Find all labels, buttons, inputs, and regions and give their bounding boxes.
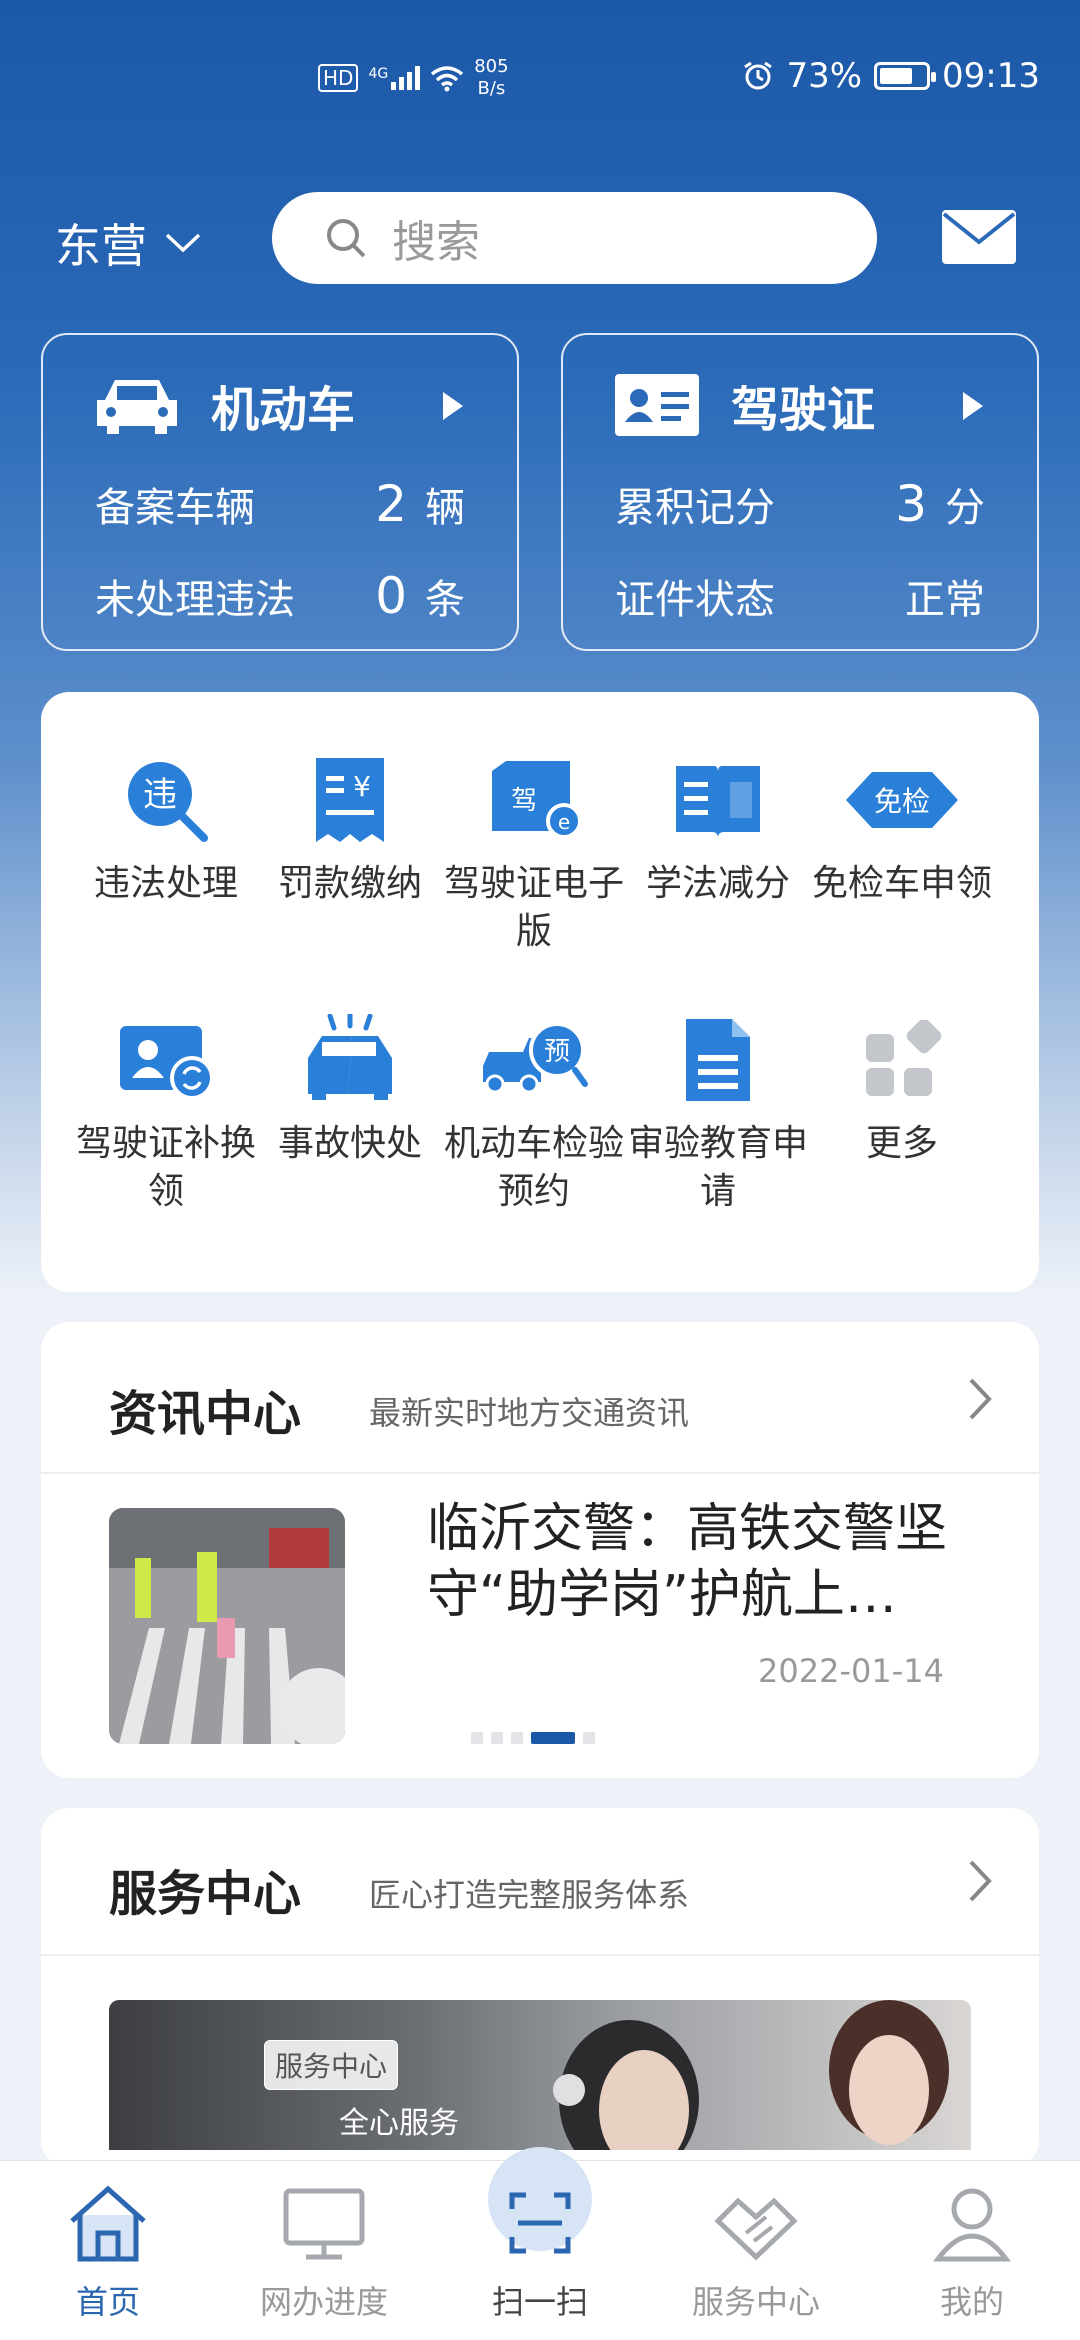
study-book-icon — [676, 766, 760, 838]
user-icon — [933, 2188, 1011, 2262]
license-card-title: 驾驶证 — [731, 382, 876, 438]
status-right: 73% 09:13 — [742, 56, 1040, 96]
service-accident[interactable]: 事故快处 — [255, 1012, 445, 1168]
svg-text:违: 违 — [143, 775, 177, 815]
city-name: 东营 — [55, 219, 147, 273]
battery-level — [880, 68, 913, 84]
fine-payment-icon: ¥ — [316, 758, 384, 842]
service-inspection-exempt[interactable]: 免检 免检车申领 — [807, 752, 997, 908]
service-grid: 违 违法处理 ¥ 罚款缴纳 驾e 驾驶证电子版 学法减分 免检 免检车申领 驾驶… — [41, 692, 1039, 1292]
service-violation[interactable]: 违 违法处理 — [71, 752, 261, 908]
news-photo — [109, 1508, 345, 1744]
svg-text:¥: ¥ — [353, 770, 371, 803]
banner-tag: 服务中心 — [264, 2040, 399, 2090]
monitor-icon — [283, 2188, 365, 2260]
license-status-row: 证件状态 正常 — [615, 577, 985, 623]
mail-icon[interactable] — [940, 208, 1018, 266]
arrow-right-icon — [963, 392, 983, 420]
handshake-icon — [714, 2197, 798, 2261]
license-renew-icon — [120, 1026, 214, 1100]
search-placeholder: 搜索 — [392, 217, 480, 268]
bottom-tab-bar: 首页 网办进度 扫一扫 服务中心 我的 — [0, 2147, 1080, 2340]
inspection-exempt-icon: 免检 — [846, 772, 958, 828]
battery-icon — [874, 62, 937, 90]
news-title: 资讯中心 — [109, 1386, 302, 1442]
tab-service-center[interactable]: 服务中心 — [676, 2183, 836, 2323]
service-more[interactable]: 更多 — [807, 1012, 997, 1168]
chevron-right-icon[interactable] — [965, 1374, 995, 1424]
carousel-dot — [511, 1732, 523, 1744]
chevron-right-icon[interactable] — [965, 1856, 995, 1906]
clock: 09:13 — [942, 56, 1040, 96]
home-icon — [70, 2185, 146, 2262]
inspection-appointment-icon: 预 — [483, 1022, 588, 1094]
scan-icon — [509, 2192, 571, 2254]
e-license-icon: 驾e — [492, 761, 582, 839]
service-e-license[interactable]: 驾e 驾驶证电子版 — [439, 752, 629, 956]
vehicle-registered-row: 备案车辆 2辆 — [95, 475, 465, 533]
headset-person-image — [553, 2020, 699, 2150]
service-center-title: 服务中心 — [109, 1866, 302, 1922]
agent-person-image — [829, 2000, 949, 2145]
news-article-title[interactable]: 临沂交警：高铁交警坚守“助学岗”护航上… — [427, 1496, 967, 1628]
car-icon — [97, 380, 177, 434]
banner-text: 全心服务 — [339, 2106, 459, 2141]
news-panel: 资讯中心 最新实时地方交通资讯 临沂交警：高铁交警坚守“助学岗”护航上… 202… — [41, 1322, 1039, 1778]
license-points-row: 累积记分 3分 — [615, 475, 985, 533]
carousel-indicator — [471, 1732, 595, 1744]
tab-progress[interactable]: 网办进度 — [244, 2183, 404, 2323]
vehicle-card[interactable]: 机动车 备案车辆 2辆 未处理违法 0条 — [41, 333, 519, 651]
document-icon — [686, 1019, 750, 1101]
carousel-dot-active — [531, 1732, 575, 1744]
carousel-dot — [583, 1732, 595, 1744]
license-card[interactable]: 驾驶证 累积记分 3分 证件状态 正常 — [561, 333, 1039, 651]
svg-text:免检: 免检 — [874, 785, 930, 818]
violation-search-icon: 违 — [128, 762, 208, 842]
battery-percent: 73% — [786, 56, 863, 96]
tab-scan[interactable]: 扫一扫 — [460, 2183, 620, 2323]
tab-home[interactable]: 首页 — [28, 2183, 188, 2323]
service-center-panel: 服务中心 匠心打造完整服务体系 服务中心 全心服务 — [41, 1808, 1039, 2168]
alarm-icon — [744, 61, 773, 90]
status-bar: HD 4G 805 B/s 73% 09:13 — [0, 0, 1080, 150]
vehicle-card-header: 机动车 — [93, 370, 355, 440]
city-selector[interactable]: 东营 — [55, 210, 203, 276]
vehicle-card-title: 机动车 — [211, 382, 356, 438]
service-study[interactable]: 学法减分 — [623, 752, 813, 908]
net-speed: 805 B/s — [474, 56, 509, 99]
svg-text:驾: 驾 — [511, 786, 537, 816]
service-fine[interactable]: ¥ 罚款缴纳 — [255, 752, 445, 908]
wifi-icon — [431, 66, 464, 92]
vehicle-violation-row: 未处理违法 0条 — [95, 567, 465, 625]
service-inspection-appointment[interactable]: 预 机动车检验预约 — [439, 1012, 629, 1216]
hd-badge: HD — [318, 64, 359, 92]
news-subtitle: 最新实时地方交通资讯 — [369, 1394, 690, 1432]
arrow-right-icon — [443, 392, 463, 420]
more-grid-icon — [866, 1020, 942, 1096]
search-input[interactable]: 搜索 — [272, 192, 877, 284]
svg-text:预: 预 — [544, 1037, 570, 1067]
divider — [41, 1954, 1039, 1956]
license-card-header: 驾驶证 — [613, 370, 875, 440]
status-network: HD 4G 805 B/s — [318, 56, 509, 100]
id-card-icon — [615, 374, 699, 436]
news-date: 2022-01-14 — [758, 1652, 944, 1690]
service-center-subtitle: 匠心打造完整服务体系 — [369, 1876, 690, 1914]
search-icon — [327, 219, 366, 258]
carousel-dot — [491, 1732, 503, 1744]
signal-icon: 4G — [368, 66, 421, 90]
accident-icon — [308, 1014, 392, 1100]
news-thumbnail[interactable] — [109, 1508, 345, 1744]
svg-text:e: e — [558, 810, 570, 834]
tab-mine[interactable]: 我的 — [892, 2183, 1052, 2323]
service-license-renew[interactable]: 驾驶证补换领 — [71, 1012, 261, 1216]
service-education[interactable]: 审验教育申请 — [623, 1012, 813, 1216]
divider — [41, 1472, 1039, 1474]
carousel-dot — [471, 1732, 483, 1744]
chevron-down-icon — [165, 233, 201, 253]
service-banner[interactable]: 服务中心 全心服务 — [109, 2000, 971, 2150]
